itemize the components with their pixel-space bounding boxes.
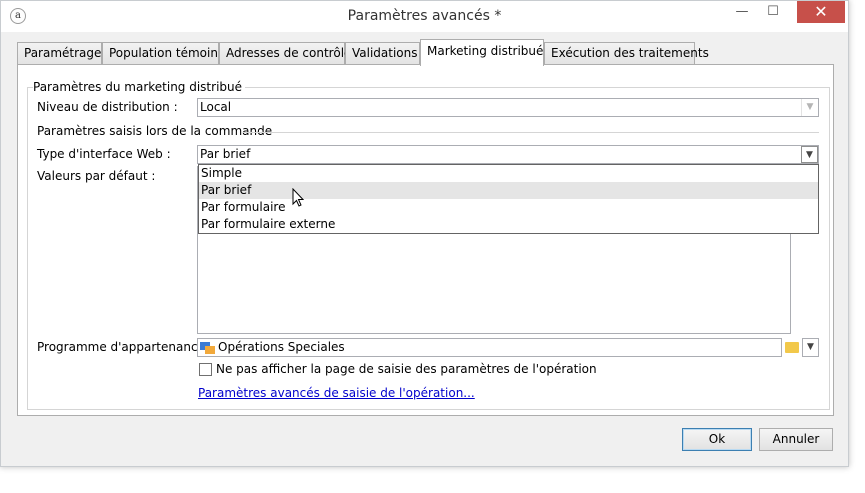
program-field[interactable]: Opérations Speciales [197, 338, 782, 357]
title-bar[interactable]: a Paramètres avancés * — ☐ ✕ [1, 1, 848, 32]
chevron-down-icon: ▼ [801, 99, 818, 116]
web-interface-value: Par brief [200, 147, 251, 161]
program-dropdown-button[interactable]: ▼ [802, 338, 819, 357]
chevron-down-icon: ▼ [807, 342, 814, 352]
tab-execution-traitements[interactable]: Exécution des traitements [544, 42, 709, 65]
hide-page-checkbox[interactable] [199, 363, 212, 376]
ok-button[interactable]: Ok [682, 428, 752, 451]
tab-population-temoin[interactable]: Population témoin [102, 42, 219, 65]
mouse-pointer-icon [292, 188, 305, 207]
window-title: Paramètres avancés * [347, 8, 502, 24]
tab-parametrage[interactable]: Paramétrage [17, 42, 102, 65]
program-label: Programme d'appartenance : [37, 340, 213, 354]
dialog-window: a Paramètres avancés * — ☐ ✕ Paramétrage… [0, 0, 849, 467]
distribution-level-combo[interactable]: Local ▼ [197, 98, 819, 117]
web-interface-label: Type d'interface Web : [37, 147, 171, 161]
operation-icon [200, 342, 215, 354]
dropdown-option[interactable]: Par formulaire externe [199, 216, 818, 233]
tab-validations[interactable]: Validations [345, 42, 420, 65]
ok-button-label: Ok [708, 432, 726, 446]
tab-marketing-distribue[interactable]: Marketing distribué [420, 39, 544, 66]
distribution-level-value: Local [200, 100, 232, 114]
close-button[interactable]: ✕ [797, 1, 845, 23]
tab-adresses-controle[interactable]: Adresses de contrôle [219, 42, 351, 65]
hide-page-label: Ne pas afficher la page de saisie des pa… [216, 362, 597, 376]
program-value: Opérations Speciales [218, 340, 345, 354]
dropdown-option[interactable]: Simple [199, 165, 818, 182]
tab-panel: Paramètres du marketing distribué Niveau… [17, 64, 834, 416]
cancel-button[interactable]: Annuler [759, 428, 833, 451]
section-order-title: Paramètres saisis lors de la commande [37, 124, 276, 138]
section-divider [243, 132, 819, 133]
web-interface-combo[interactable]: Par brief ▼ [197, 145, 819, 164]
maximize-button[interactable]: ☐ [760, 3, 786, 23]
chevron-down-icon[interactable]: ▼ [801, 146, 818, 163]
cancel-button-label: Annuler [772, 432, 820, 446]
minimize-button[interactable]: — [729, 3, 755, 23]
section-distributed-title: Paramètres du marketing distribué [33, 80, 246, 94]
advanced-params-link[interactable]: Paramètres avancés de saisie de l'opérat… [198, 386, 475, 400]
default-values-label: Valeurs par défaut : [37, 169, 156, 183]
distribution-level-label: Niveau de distribution : [37, 100, 178, 114]
folder-icon[interactable] [785, 342, 799, 353]
